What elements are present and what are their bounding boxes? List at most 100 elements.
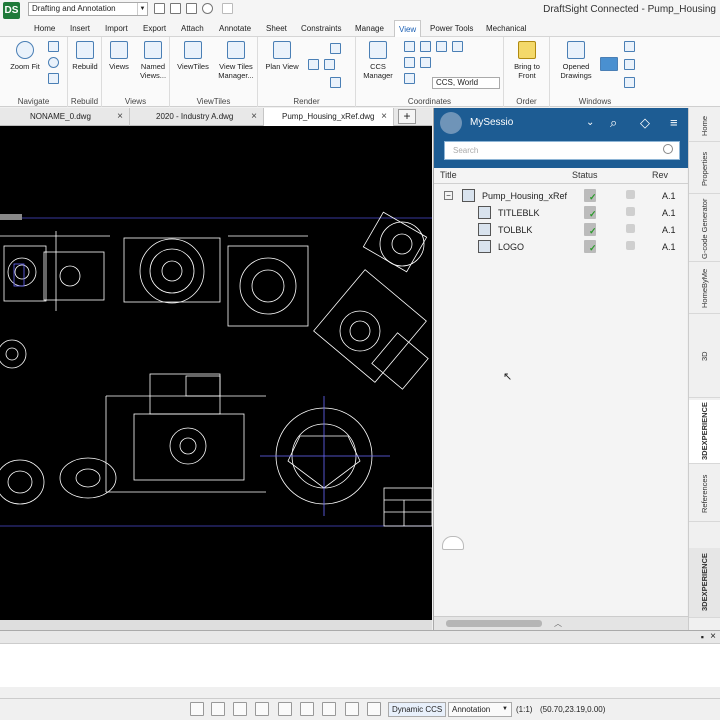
bring-to-front-button[interactable]: Bring to Front: [506, 41, 548, 80]
hamburger-menu-icon[interactable]: ≡: [670, 115, 678, 130]
pan-icon[interactable]: [48, 41, 59, 52]
command-window[interactable]: ▪ ×: [0, 630, 720, 687]
menu-mechanical[interactable]: Mechanical: [482, 20, 530, 37]
views-button[interactable]: Views: [104, 41, 134, 71]
menu-home[interactable]: Home: [30, 20, 59, 37]
save-icon[interactable]: [186, 3, 197, 14]
close-icon[interactable]: ×: [710, 631, 716, 642]
cascade-icon[interactable]: [624, 41, 635, 52]
annotation-select-value: Annotation: [452, 705, 491, 714]
material-icon[interactable]: [330, 77, 341, 88]
render-style-icon[interactable]: [324, 59, 335, 70]
open-folder-icon[interactable]: [170, 3, 181, 14]
lineweight-icon[interactable]: [345, 702, 359, 716]
axis-icon[interactable]: [420, 41, 431, 52]
menu-insert[interactable]: Insert: [66, 20, 94, 37]
menu-annotate[interactable]: Annotate: [215, 20, 255, 37]
sidetab-home[interactable]: Home: [689, 110, 720, 142]
column-title[interactable]: Title: [440, 170, 457, 180]
menu-manage[interactable]: Manage: [351, 20, 388, 37]
column-status[interactable]: Status: [572, 170, 598, 180]
cursor-snap-icon[interactable]: [211, 702, 225, 716]
quick-input-icon[interactable]: [367, 702, 381, 716]
axis-icon[interactable]: [436, 41, 447, 52]
sidetab-properties[interactable]: Properties: [689, 144, 720, 194]
workspace-select[interactable]: Drafting and Annotation ▼: [28, 2, 148, 16]
close-icon[interactable]: ×: [381, 108, 387, 126]
tree-row[interactable]: TOLBLK A.1: [434, 222, 688, 239]
sidetab-homebyme[interactable]: HomeByMe: [689, 264, 720, 314]
axis-icon[interactable]: [452, 41, 463, 52]
horizontal-scrollbar[interactable]: [0, 620, 432, 630]
esnap-icon[interactable]: [300, 702, 314, 716]
view-tiles-manager-button[interactable]: View Tiles Manager...: [214, 41, 258, 80]
zoom-window-icon[interactable]: [48, 73, 59, 84]
opened-drawings-button[interactable]: Opened Drawings: [552, 41, 600, 80]
close-icon[interactable]: ×: [251, 108, 257, 126]
ccs-select[interactable]: CCS, World: [432, 77, 500, 89]
tab-pump-housing[interactable]: Pump_Housing_xRef.dwg ×: [264, 108, 394, 126]
scrollbar-thumb[interactable]: [446, 620, 542, 627]
tag-icon[interactable]: ◇: [640, 115, 650, 131]
search-input[interactable]: Search: [444, 141, 680, 160]
opened-drawings-icon: [567, 41, 585, 59]
avatar[interactable]: [440, 112, 462, 134]
viewtiles-button[interactable]: ViewTiles: [174, 41, 212, 71]
axis-icon[interactable]: [404, 73, 415, 84]
menu-power-tools[interactable]: Power Tools: [426, 20, 477, 37]
sidetab-3dcontentcentral[interactable]: 3D CONTENTCENTRAL: [689, 316, 720, 398]
plan-view-button[interactable]: Plan View: [260, 41, 304, 71]
named-views-button[interactable]: Named Views...: [136, 41, 170, 80]
etrack-icon[interactable]: [322, 702, 336, 716]
axis-icon[interactable]: [420, 57, 431, 68]
new-file-icon[interactable]: [154, 3, 165, 14]
scale-readout[interactable]: (1:1): [516, 705, 532, 714]
collapse-icon[interactable]: −: [444, 191, 453, 200]
menu-attach[interactable]: Attach: [177, 20, 208, 37]
tile-icon[interactable]: [624, 59, 635, 70]
menu-export[interactable]: Export: [139, 20, 170, 37]
light-icon[interactable]: [330, 43, 341, 54]
orbit-icon[interactable]: [48, 57, 59, 68]
drawing-canvas[interactable]: [0, 126, 432, 620]
add-tab-button[interactable]: +: [398, 109, 416, 124]
chevron-up-icon[interactable]: ︿: [554, 618, 562, 629]
tab-noname[interactable]: NONAME_0.dwg ×: [0, 108, 130, 126]
search-icon[interactable]: ⌕: [610, 115, 617, 131]
zoom-fit-button[interactable]: Zoom Fit: [6, 41, 44, 71]
ccs-manager-button[interactable]: CCS Manager: [358, 41, 398, 80]
rebuild-button[interactable]: Rebuild: [68, 41, 102, 71]
redo-icon[interactable]: [222, 3, 233, 14]
tab-industry[interactable]: 2020 - Industry A.dwg ×: [130, 108, 264, 126]
sidetab-3dexperience[interactable]: 3DEXPERIENCE: [689, 400, 720, 464]
chevron-down-icon[interactable]: ⌄: [586, 117, 594, 128]
compass-widget-icon[interactable]: [442, 536, 464, 550]
app-logo[interactable]: DS: [3, 2, 20, 19]
dynamic-ccs-button[interactable]: Dynamic CCS: [388, 702, 447, 717]
menu-constraints[interactable]: Constraints: [297, 20, 345, 37]
panel-scrollbar[interactable]: ︿: [434, 616, 688, 630]
tree-row[interactable]: − Pump_Housing_xRef A.1: [434, 188, 688, 205]
shaded-icon[interactable]: [308, 59, 319, 70]
tree-row[interactable]: LOGO A.1: [434, 239, 688, 256]
undo-icon[interactable]: [202, 3, 213, 14]
close-icon[interactable]: ×: [117, 108, 123, 126]
pin-icon[interactable]: ▪: [701, 632, 704, 642]
snap-icon[interactable]: [190, 702, 204, 716]
menu-import[interactable]: Import: [101, 20, 132, 37]
sidetab-references[interactable]: References: [689, 466, 720, 522]
ortho-icon[interactable]: [255, 702, 269, 716]
sidetab-gcode-generator[interactable]: G-code Generator: [689, 196, 720, 262]
tree-row[interactable]: TITLEBLK A.1: [434, 205, 688, 222]
window-icon[interactable]: [600, 57, 618, 71]
polar-icon[interactable]: [278, 702, 292, 716]
annotation-select[interactable]: Annotation ▼: [448, 702, 512, 717]
axis-icon[interactable]: [404, 41, 415, 52]
arrange-icon[interactable]: [624, 77, 635, 88]
axis-icon[interactable]: [404, 57, 415, 68]
grid-icon[interactable]: [233, 702, 247, 716]
sidetab-footer-3dexperience[interactable]: 3DEXPERIENCE: [689, 548, 720, 618]
menu-sheet[interactable]: Sheet: [262, 20, 291, 37]
column-rev[interactable]: Rev: [652, 170, 668, 180]
menu-view[interactable]: View: [394, 20, 422, 37]
